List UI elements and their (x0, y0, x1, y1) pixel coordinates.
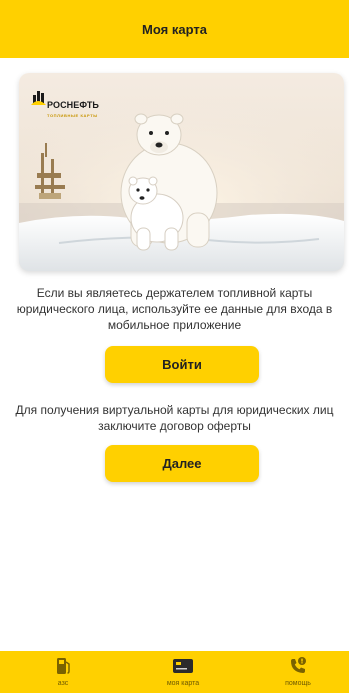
card-icon (172, 655, 194, 677)
tab-label: азс (57, 680, 69, 687)
tab-azs[interactable]: азс (18, 651, 108, 693)
tab-label: моя карта (166, 680, 200, 687)
header: Моя карта (0, 0, 349, 58)
tab-help[interactable]: помощь (253, 651, 343, 693)
bottom-tab-bar: азс моя карта помощь (0, 651, 349, 693)
phone-help-icon (288, 655, 308, 677)
next-button[interactable]: Далее (105, 445, 259, 482)
login-button[interactable]: Войти (105, 346, 259, 383)
brand-name: РОСНЕФТЬ (47, 100, 99, 110)
cardholder-info-text: Если вы являетесь держателем топливной к… (16, 286, 333, 332)
page-title: Моя карта (142, 21, 207, 37)
virtual-card-info-text: Для получения виртуальной карты для юрид… (15, 403, 334, 433)
tab-label: помощь (285, 680, 311, 687)
brand-subtitle: ТОПЛИВНЫЕ КАРТЫ (47, 113, 98, 118)
fuel-pump-icon (55, 655, 71, 677)
fuel-card-image: РОСНЕФТЬ ТОПЛИВНЫЕ КАРТЫ (19, 73, 344, 271)
tab-my-card[interactable]: моя карта (138, 651, 228, 693)
